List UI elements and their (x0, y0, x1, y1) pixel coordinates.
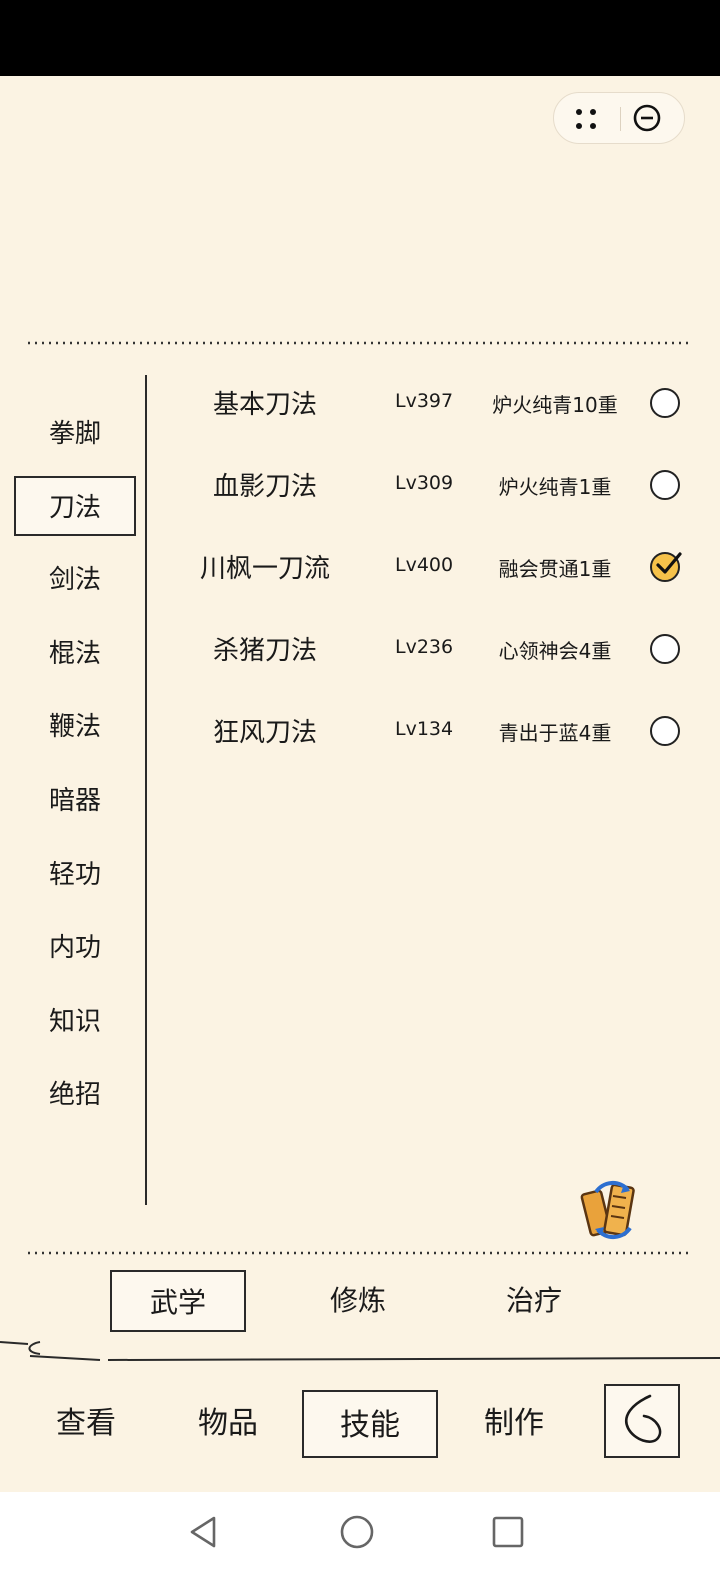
top-dotted-divider (28, 341, 692, 345)
bottom-tab-active[interactable]: 技能 (302, 1390, 438, 1458)
status-bar (0, 0, 720, 76)
mini-program-capsule (553, 92, 685, 144)
bottom-tab[interactable]: 制作 (458, 1390, 570, 1458)
category-item[interactable]: 鞭法 (14, 697, 136, 757)
category-item[interactable]: 绝招 (14, 1065, 136, 1125)
category-item[interactable]: 轻功 (14, 845, 136, 905)
skill-stage: 炉火纯青10重 (492, 393, 618, 417)
skill-level: Lv397 (395, 390, 454, 412)
skill-name: 杀猪刀法 (212, 636, 317, 666)
skill-row[interactable]: 血影刀法 Lv309 炉火纯青1重 (150, 454, 700, 514)
home-circle-icon[interactable] (337, 1512, 377, 1552)
skill-name: 川枫一刀流 (199, 554, 330, 584)
skill-row[interactable]: 川枫一刀流 Lv400 融会贯通1重 (150, 536, 700, 596)
subtab[interactable]: 修炼 (290, 1270, 426, 1332)
skill-stage: 心领神会4重 (498, 639, 612, 663)
skill-select-radio[interactable] (650, 388, 680, 418)
back-triangle-icon[interactable] (184, 1512, 224, 1552)
bottom-dotted-divider (28, 1251, 692, 1255)
skill-row[interactable]: 基本刀法 Lv397 炉火纯青10重 (150, 372, 700, 432)
skill-select-radio-checked[interactable] (650, 552, 682, 582)
switch-scroll-icon[interactable] (580, 1178, 646, 1242)
bottom-tab[interactable]: 物品 (172, 1390, 284, 1458)
back-swirl-icon (625, 1394, 662, 1443)
minus-circle-icon[interactable] (632, 103, 662, 133)
capsule-divider (620, 107, 621, 131)
skill-level: Lv134 (395, 718, 454, 740)
skill-name: 基本刀法 (212, 390, 317, 420)
skill-name: 狂风刀法 (212, 718, 317, 748)
skill-select-radio[interactable] (650, 716, 680, 746)
skill-stage: 青出于蓝4重 (498, 721, 612, 745)
recents-square-icon[interactable] (488, 1512, 528, 1552)
more-dots-icon[interactable] (574, 107, 602, 131)
bottom-tab[interactable]: 查看 (30, 1390, 142, 1458)
skill-stage: 炉火纯青1重 (498, 475, 612, 499)
skill-row[interactable]: 杀猪刀法 Lv236 心领神会4重 (150, 618, 700, 678)
category-item[interactable]: 剑法 (14, 550, 136, 610)
skill-stage: 融会贯通1重 (498, 557, 612, 581)
skill-level: Lv400 (395, 554, 454, 576)
subtab[interactable]: 治疗 (466, 1270, 602, 1332)
skill-row[interactable]: 狂风刀法 Lv134 青出于蓝4重 (150, 700, 700, 760)
checkmark-icon (656, 552, 682, 574)
skill-level: Lv309 (395, 472, 454, 494)
skill-level: Lv236 (395, 636, 454, 658)
category-item[interactable]: 棍法 (14, 624, 136, 684)
category-item[interactable]: 内功 (14, 918, 136, 978)
back-button[interactable] (604, 1384, 680, 1458)
brush-stroke-divider (0, 1341, 720, 1361)
skill-name: 血影刀法 (212, 472, 317, 502)
category-item[interactable]: 拳脚 (14, 404, 136, 464)
skill-select-radio[interactable] (650, 634, 680, 664)
subtab-active[interactable]: 武学 (110, 1270, 246, 1332)
category-item-active[interactable]: 刀法 (14, 476, 136, 536)
system-navigation-bar (0, 1492, 720, 1584)
category-divider-line (145, 375, 147, 1205)
category-item[interactable]: 暗器 (14, 771, 136, 831)
skill-select-radio[interactable] (650, 470, 680, 500)
category-item[interactable]: 知识 (14, 992, 136, 1052)
